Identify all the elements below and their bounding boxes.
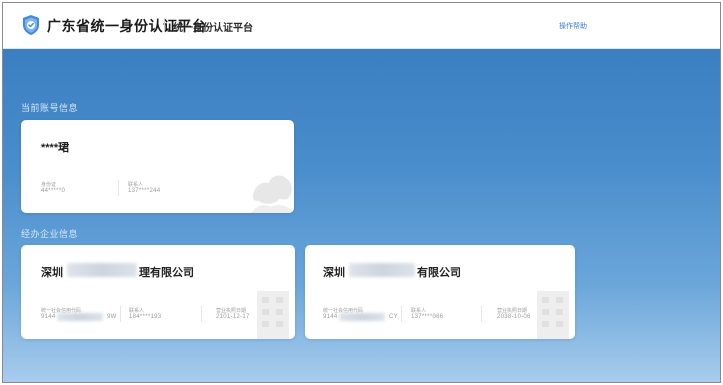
- account-name: ****珺: [41, 142, 70, 154]
- expiry-value: 2101-12-17: [216, 314, 250, 320]
- contact-value: 184****193: [129, 314, 162, 320]
- building-icon: [257, 291, 289, 339]
- account-section-title: 当前账号信息: [21, 103, 79, 113]
- redacted-code: [57, 313, 103, 321]
- help-link[interactable]: 操作帮助: [559, 21, 587, 31]
- credit-code-suffix: 9W: [107, 314, 117, 320]
- id-value: 44*****0: [41, 188, 66, 194]
- shield-logo-icon: [23, 15, 39, 35]
- field-divider: [120, 306, 121, 322]
- enterprise-card[interactable]: 深圳 有限公司 统一社会信用代码 9144 CY 联系人 137****086 …: [305, 245, 575, 339]
- field-divider: [401, 306, 402, 322]
- cloud-icon: [251, 175, 294, 213]
- company-name-prefix: 深圳: [41, 267, 63, 279]
- enterprise-section-title: 经办企业信息: [21, 229, 79, 239]
- company-name-suffix: 理有限公司: [139, 267, 194, 279]
- company-name-suffix: 有限公司: [417, 267, 461, 279]
- expiry-label: 营业执照日期: [216, 308, 247, 314]
- company-name-prefix: 深圳: [323, 267, 345, 279]
- field-divider: [201, 306, 202, 322]
- phone-label: 联系人: [128, 182, 144, 188]
- id-label: 身份证: [41, 182, 57, 188]
- credit-code-suffix: CY: [389, 314, 398, 320]
- building-icon: [537, 291, 569, 339]
- field-divider: [118, 180, 119, 196]
- contact-value: 137****086: [411, 314, 444, 320]
- credit-code-prefix: 9144: [323, 314, 338, 320]
- app-window: 广东省统一身份认证平台 统一身份认证平台 操作帮助 当前账号信息 ****珺 身…: [2, 2, 721, 383]
- main-content: 当前账号信息 ****珺 身份证 44*****0 联系人 137****244…: [3, 49, 720, 382]
- platform-subtitle: 统一身份认证平台: [173, 23, 253, 34]
- top-header: 广东省统一身份认证平台 统一身份认证平台 操作帮助: [3, 3, 720, 49]
- contact-label: 联系人: [411, 308, 427, 314]
- contact-label: 联系人: [129, 308, 145, 314]
- enterprise-card[interactable]: 深圳 理有限公司 统一社会信用代码 9144 9W 联系人 184****193…: [21, 245, 295, 339]
- field-divider: [481, 306, 482, 322]
- redacted-code: [339, 313, 385, 321]
- expiry-label: 营业执照日期: [497, 308, 528, 314]
- expiry-value: 2038-10-06: [497, 314, 531, 320]
- redacted-name: [349, 263, 415, 277]
- account-card[interactable]: ****珺 身份证 44*****0 联系人 137****244: [21, 120, 294, 213]
- title-divider: [164, 18, 165, 32]
- credit-code-prefix: 9144: [41, 314, 56, 320]
- redacted-name: [67, 263, 137, 277]
- phone-value: 137****244: [128, 188, 161, 194]
